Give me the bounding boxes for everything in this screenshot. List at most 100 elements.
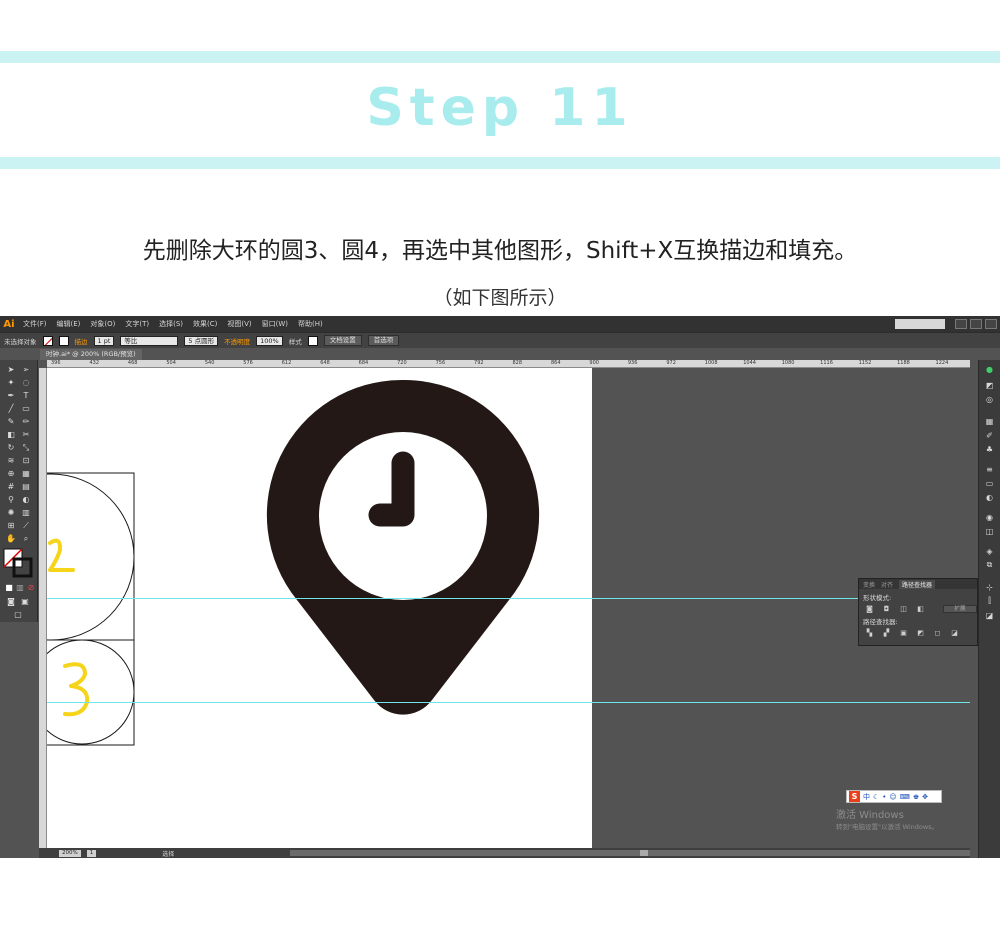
canvas[interactable]: [47, 368, 970, 848]
draw-mode-icon[interactable]: ◙: [5, 596, 17, 607]
pathfinder-icon[interactable]: ◪: [984, 610, 995, 620]
maximize-button[interactable]: [970, 319, 982, 329]
stroke-profile-select[interactable]: 等比: [120, 335, 179, 346]
emoji-icon[interactable]: ☺: [889, 793, 896, 801]
artwork[interactable]: [47, 368, 970, 848]
menu-edit[interactable]: 编辑(E): [52, 316, 86, 332]
menu-object[interactable]: 对象(O): [85, 316, 120, 332]
exclude-icon[interactable]: ◧: [916, 605, 925, 613]
artboard-tool-icon[interactable]: ⊞: [5, 520, 17, 531]
hand-tool-icon[interactable]: ✋: [5, 533, 17, 544]
document-tab[interactable]: 时钟.ai* @ 200% (RGB/预览): [40, 349, 142, 360]
horizontal-guide[interactable]: [47, 702, 970, 703]
minus-front-icon[interactable]: ◘: [882, 605, 891, 613]
help-search-input[interactable]: [895, 319, 945, 329]
tab-pathfinder[interactable]: 路径查找器: [899, 579, 936, 589]
symbols-icon[interactable]: ♣: [984, 444, 995, 454]
divide-icon[interactable]: ▚: [865, 629, 874, 637]
graph-tool-icon[interactable]: ▥: [20, 507, 32, 518]
input-method-tray[interactable]: S 中 ☾ • ☺ ⌨ ♚ ✥: [846, 790, 942, 803]
brush-select[interactable]: 5 点圆形: [184, 335, 219, 346]
pencil-tool-icon[interactable]: ✏: [20, 416, 32, 427]
color-guide-icon[interactable]: ◎: [984, 394, 995, 404]
menu-window[interactable]: 窗口(W): [257, 316, 293, 332]
transparency-icon[interactable]: ◐: [984, 492, 995, 502]
zoom-tool-icon[interactable]: ⌕: [20, 533, 32, 544]
sogou-logo-icon[interactable]: S: [849, 791, 860, 802]
unite-icon[interactable]: ◙: [865, 605, 874, 613]
tab-transform[interactable]: 变换: [863, 580, 875, 589]
rectangle-tool-icon[interactable]: ▭: [20, 403, 32, 414]
fill-swatch[interactable]: [42, 335, 53, 346]
blend-tool-icon[interactable]: ◐: [20, 494, 32, 505]
menu-view[interactable]: 视图(V): [222, 316, 256, 332]
magic-wand-tool-icon[interactable]: ✦: [5, 377, 17, 388]
menu-select[interactable]: 选择(S): [154, 316, 188, 332]
line-tool-icon[interactable]: ╱: [5, 403, 17, 414]
scrollbar-thumb[interactable]: [640, 850, 648, 856]
none-mode-icon[interactable]: ⊘: [25, 582, 37, 593]
symbol-sprayer-tool-icon[interactable]: ✺: [5, 507, 17, 518]
opacity-label[interactable]: 不透明度: [224, 336, 250, 346]
style-swatch[interactable]: [307, 335, 318, 346]
shape-builder-tool-icon[interactable]: ⊕: [5, 468, 17, 479]
intersect-icon[interactable]: ◫: [899, 605, 908, 613]
selection-tool-icon[interactable]: ➤: [5, 364, 17, 375]
fill-stroke-swatch-icon[interactable]: [3, 548, 33, 578]
artboards-icon[interactable]: ⧉: [984, 560, 995, 570]
eraser-tool-icon[interactable]: ◧: [5, 429, 17, 440]
crop-icon[interactable]: ◩: [916, 629, 925, 637]
brushes-icon[interactable]: ✐: [984, 430, 995, 440]
warp-tool-icon[interactable]: ≋: [5, 455, 17, 466]
chinese-mode-icon[interactable]: 中: [863, 792, 870, 802]
type-tool-icon[interactable]: T: [20, 390, 32, 401]
paintbrush-tool-icon[interactable]: ✎: [5, 416, 17, 427]
menu-type[interactable]: 文字(T): [120, 316, 154, 332]
artboard-number-field[interactable]: 1: [86, 849, 97, 857]
scale-tool-icon[interactable]: ⤡: [20, 442, 32, 453]
stroke-weight-field[interactable]: 1 pt: [93, 335, 115, 346]
menu-effect[interactable]: 效果(C): [188, 316, 222, 332]
close-button[interactable]: [985, 319, 997, 329]
reference-circles[interactable]: [47, 472, 135, 746]
trim-icon[interactable]: ▞: [882, 629, 891, 637]
location-pin-icon[interactable]: [266, 379, 540, 715]
mesh-tool-icon[interactable]: #: [5, 481, 17, 492]
layers-icon[interactable]: ◈: [984, 546, 995, 556]
graphic-styles-icon[interactable]: ◫: [984, 526, 995, 536]
swatches-icon[interactable]: ▦: [984, 416, 995, 426]
horizontal-guide[interactable]: [47, 598, 970, 599]
scissors-tool-icon[interactable]: ✂: [20, 429, 32, 440]
perspective-grid-tool-icon[interactable]: ▦: [20, 468, 32, 479]
eyedropper-tool-icon[interactable]: ⚲: [5, 494, 17, 505]
document-setup-button[interactable]: 文档设置: [323, 335, 362, 346]
opacity-field[interactable]: 100%: [256, 335, 283, 346]
stroke-panel-icon[interactable]: ≡: [984, 464, 995, 474]
minus-back-icon[interactable]: ◪: [950, 629, 959, 637]
keyboard-icon[interactable]: ⌨: [900, 793, 910, 801]
moon-icon[interactable]: ☾: [873, 793, 879, 801]
slice-tool-icon[interactable]: ⟋: [20, 520, 32, 531]
appearance-icon[interactable]: ◉: [984, 512, 995, 522]
free-transform-tool-icon[interactable]: ⊡: [20, 455, 32, 466]
menu-file[interactable]: 文件(F): [18, 316, 52, 332]
gradient-panel-icon[interactable]: ▭: [984, 478, 995, 488]
punctuation-icon[interactable]: •: [882, 793, 886, 801]
merge-icon[interactable]: ▣: [899, 629, 908, 637]
horizontal-scrollbar[interactable]: [290, 850, 970, 856]
sync-icon[interactable]: ●: [984, 364, 995, 374]
gradient-tool-icon[interactable]: ▤: [20, 481, 32, 492]
transform-icon[interactable]: ⊹: [984, 582, 995, 592]
tab-align[interactable]: 对齐: [881, 580, 893, 589]
pen-tool-icon[interactable]: ✒: [5, 390, 17, 401]
preferences-button[interactable]: 首选项: [367, 335, 400, 346]
expand-button[interactable]: 扩展: [943, 605, 977, 613]
tools-icon[interactable]: ✥: [922, 793, 928, 801]
skin-icon[interactable]: ♚: [913, 793, 919, 801]
outline-icon[interactable]: ◻: [933, 629, 942, 637]
stroke-label[interactable]: 描边: [75, 336, 88, 346]
lasso-tool-icon[interactable]: ◌: [20, 377, 32, 388]
minimize-button[interactable]: [955, 319, 967, 329]
zoom-field[interactable]: 200%: [59, 849, 81, 857]
change-screen-mode-icon[interactable]: ▢: [12, 609, 24, 620]
